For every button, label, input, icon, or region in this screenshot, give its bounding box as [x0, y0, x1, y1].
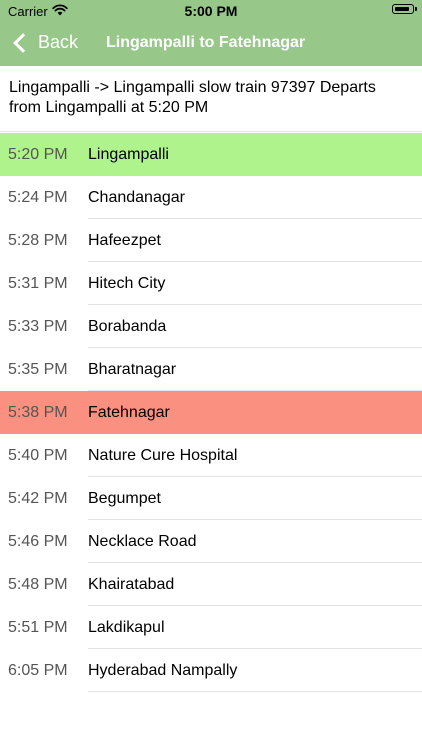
stop-station: Hafeezpet	[88, 231, 161, 249]
stop-time: 5:28 PM	[8, 231, 68, 249]
stop-time: 5:48 PM	[8, 575, 68, 593]
stop-time: 6:05 PM	[8, 661, 68, 679]
header: Carrier 5:00 PM Back Lingampalli to Fate…	[0, 0, 422, 66]
stop-station: Hitech City	[88, 274, 166, 292]
stop-station: Lakdikapul	[88, 618, 165, 636]
stop-station: Chandanagar	[88, 188, 185, 206]
stop-time: 5:24 PM	[8, 188, 68, 206]
stop-time: 5:40 PM	[8, 446, 68, 464]
stop-station: Hyderabad Nampally	[88, 661, 238, 679]
stop-row[interactable]: 5:35 PM Bharatnagar	[0, 348, 422, 391]
stop-station: Khairatabad	[88, 575, 175, 593]
stop-row[interactable]: 5:31 PM Hitech City	[0, 262, 422, 305]
chevron-left-icon	[13, 32, 33, 53]
stop-row[interactable]: 5:40 PM Nature Cure Hospital	[0, 434, 422, 477]
stop-time: 5:33 PM	[8, 317, 68, 335]
stop-row[interactable]: 5:42 PM Begumpet	[0, 477, 422, 520]
stop-row[interactable]: 5:33 PM Borabanda	[0, 305, 422, 348]
stop-row-destination[interactable]: 5:38 PM Fatehnagar	[0, 391, 422, 434]
stop-time: 5:42 PM	[8, 489, 68, 507]
stop-station: Borabanda	[88, 317, 167, 335]
stop-row[interactable]: 5:28 PM Hafeezpet	[0, 219, 422, 262]
stop-time: 5:51 PM	[8, 618, 68, 636]
stop-time: 5:31 PM	[8, 274, 68, 292]
battery-icon	[392, 4, 417, 14]
stop-station: Lingampalli	[88, 145, 169, 163]
stop-row[interactable]: 5:48 PM Khairatabad	[0, 563, 422, 606]
stop-row[interactable]: 5:46 PM Necklace Road	[0, 520, 422, 563]
stop-row-start[interactable]: 5:20 PM Lingampalli	[0, 133, 422, 176]
status-time: 5:00 PM	[184, 3, 238, 19]
train-summary: Lingampalli -> Lingampalli slow train 97…	[0, 66, 422, 132]
stop-time: 5:38 PM	[8, 403, 68, 421]
navigation-bar: Back Lingampalli to Fatehnagar	[0, 22, 422, 66]
back-label: Back	[38, 32, 79, 52]
stop-station: Bharatnagar	[88, 360, 177, 378]
stop-row[interactable]: 5:24 PM Chandanagar	[0, 176, 422, 219]
status-bar: Carrier 5:00 PM	[0, 0, 422, 22]
stop-station: Fatehnagar	[88, 403, 170, 421]
stop-time: 5:20 PM	[8, 145, 68, 163]
stop-station: Necklace Road	[88, 532, 197, 550]
stop-time: 5:46 PM	[8, 532, 68, 550]
stop-row[interactable]: 5:51 PM Lakdikapul	[0, 606, 422, 649]
stop-list: 5:20 PM Lingampalli 5:24 PM Chandanagar 5:28…	[0, 133, 422, 692]
back-button[interactable]: Back	[12, 32, 78, 53]
stop-station: Nature Cure Hospital	[88, 446, 238, 464]
page-title: Lingampalli to Fatehnagar	[106, 34, 306, 51]
stop-row[interactable]: 6:05 PM Hyderabad Nampally	[0, 649, 422, 692]
stop-station: Begumpet	[88, 489, 161, 507]
status-right	[392, 4, 417, 14]
stop-time: 5:35 PM	[8, 360, 68, 378]
